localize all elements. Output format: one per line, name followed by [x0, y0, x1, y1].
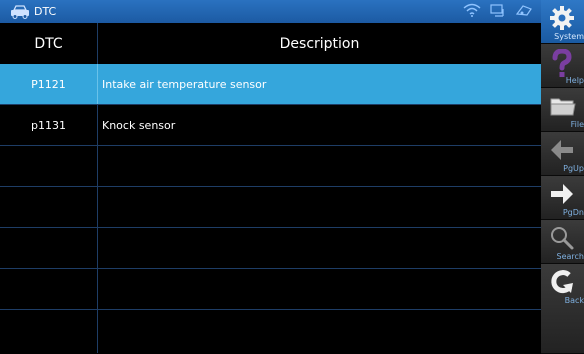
- title-bar: DTC: [0, 0, 541, 23]
- table-header: DTC Description: [0, 23, 541, 65]
- dtc-description: Intake air temperature sensor: [102, 77, 267, 91]
- folder-icon: [550, 98, 576, 116]
- file-label: File: [570, 120, 584, 129]
- function-sidebar: System Help File PgUp PgDn Search Back: [541, 0, 584, 354]
- table-row[interactable]: [0, 146, 541, 187]
- question-icon: [552, 49, 572, 77]
- back-label: Back: [564, 296, 584, 305]
- back-icon: [551, 270, 573, 293]
- magnifier-icon: [551, 227, 574, 250]
- dtc-code: [0, 310, 98, 353]
- page-down-button[interactable]: PgDn: [541, 176, 584, 220]
- back-button[interactable]: Back: [541, 264, 584, 354]
- help-label: Help: [565, 76, 584, 85]
- help-button[interactable]: Help: [541, 44, 584, 88]
- arrow-right-icon: [551, 184, 573, 204]
- dtc-description: [98, 310, 541, 353]
- dtc-description: [98, 228, 541, 268]
- dtc-code: [0, 228, 98, 268]
- table-row[interactable]: p1131 Knock sensor: [0, 105, 541, 146]
- car-icon: [11, 4, 29, 19]
- arrow-left-icon: [551, 140, 573, 160]
- gear-icon: [550, 6, 574, 30]
- dtc-code: p1131: [0, 105, 98, 145]
- dtc-code: [0, 146, 98, 186]
- battery-car-icon: [515, 5, 532, 16]
- system-label: System: [554, 32, 584, 41]
- dtc-description: [98, 187, 541, 227]
- header-description: Description: [279, 35, 360, 52]
- table-row[interactable]: [0, 228, 541, 269]
- vci-connection-icon: [490, 4, 504, 17]
- page-up-button[interactable]: PgUp: [541, 132, 584, 176]
- table-row[interactable]: [0, 187, 541, 228]
- dtc-description: [98, 269, 541, 309]
- dtc-description: Knock sensor: [102, 118, 176, 132]
- dtc-table: DTC Description P1121 Intake air tempera…: [0, 23, 541, 353]
- header-dtc: DTC: [0, 23, 98, 64]
- table-row[interactable]: P1121 Intake air temperature sensor: [0, 64, 541, 105]
- window-title: DTC: [34, 5, 57, 18]
- dtc-description: [98, 146, 541, 186]
- dtc-code: P1121: [0, 64, 98, 104]
- table-row[interactable]: [0, 310, 541, 353]
- pgdn-label: PgDn: [562, 208, 584, 217]
- pgup-label: PgUp: [563, 164, 584, 173]
- search-button[interactable]: Search: [541, 220, 584, 264]
- table-row[interactable]: [0, 269, 541, 310]
- file-button[interactable]: File: [541, 88, 584, 132]
- dtc-code: [0, 269, 98, 309]
- dtc-code: [0, 187, 98, 227]
- search-label: Search: [556, 252, 584, 261]
- system-button[interactable]: System: [541, 0, 584, 44]
- wifi-icon: [463, 3, 481, 17]
